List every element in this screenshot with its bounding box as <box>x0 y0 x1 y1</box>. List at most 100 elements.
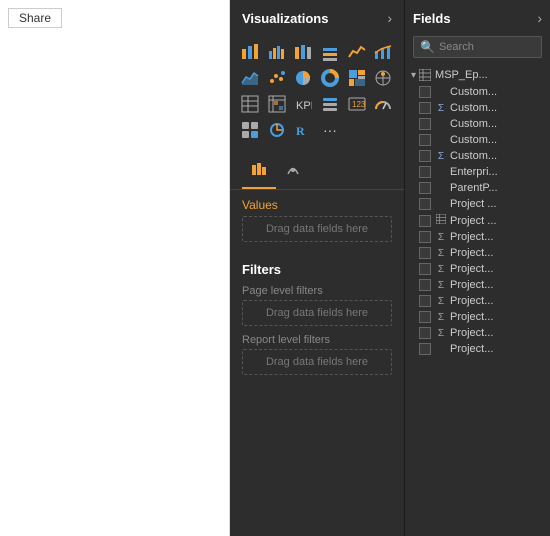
field-parent-node[interactable]: ▾ MSP_Ep... <box>405 66 550 84</box>
list-item[interactable]: Project... <box>405 341 550 357</box>
field-name-label: Project... <box>450 311 493 323</box>
viz-icon-custom1[interactable] <box>238 118 262 142</box>
sigma-icon: Σ <box>435 296 447 307</box>
sigma-icon: Σ <box>435 328 447 339</box>
field-checkbox[interactable] <box>419 279 431 291</box>
field-checkbox[interactable] <box>419 215 431 227</box>
field-name-label: Project... <box>450 263 493 275</box>
svg-text:R: R <box>296 124 305 138</box>
fields-header: Fields › <box>405 0 550 36</box>
field-checkbox[interactable] <box>419 343 431 355</box>
viz-icon-kpi[interactable]: KPI <box>291 92 315 116</box>
viz-icon-bar-chart2[interactable] <box>318 40 342 64</box>
fields-expand-icon[interactable]: › <box>537 10 542 26</box>
list-item[interactable]: Enterpri... <box>405 164 550 180</box>
field-checkbox[interactable] <box>419 295 431 307</box>
fields-list: Custom...ΣCustom...Custom...Custom...ΣCu… <box>405 84 550 357</box>
field-checkbox[interactable] <box>419 247 431 259</box>
visualizations-title: Visualizations <box>242 11 328 26</box>
field-name-label: Project... <box>450 327 493 339</box>
field-checkbox[interactable] <box>419 231 431 243</box>
viz-icon-line-chart[interactable] <box>345 40 369 64</box>
visualizations-header: Visualizations › <box>230 0 404 36</box>
field-checkbox[interactable] <box>419 263 431 275</box>
list-item[interactable]: ΣProject... <box>405 245 550 261</box>
viz-icon-combo-chart[interactable] <box>371 40 395 64</box>
field-checkbox[interactable] <box>419 166 431 178</box>
drag-values-placeholder[interactable]: Drag data fields here <box>242 216 392 242</box>
sigma-icon: Σ <box>435 232 447 243</box>
viz-tab-format[interactable] <box>276 156 310 189</box>
viz-icon-clustered-bar[interactable] <box>265 40 289 64</box>
list-item[interactable]: Project ... <box>405 212 550 229</box>
viz-icon-map[interactable] <box>371 66 395 90</box>
field-checkbox[interactable] <box>419 86 431 98</box>
viz-icon-pie-chart[interactable] <box>291 66 315 90</box>
viz-icon-100pct-bar[interactable] <box>291 40 315 64</box>
list-item[interactable]: ΣProject... <box>405 325 550 341</box>
viz-icon-r-script[interactable]: R <box>291 118 315 142</box>
list-item[interactable]: ΣCustom... <box>405 148 550 164</box>
visualizations-expand-icon[interactable]: › <box>387 10 392 26</box>
viz-icon-treemap[interactable] <box>345 66 369 90</box>
viz-icon-scatter-chart[interactable] <box>265 66 289 90</box>
sigma-icon: Σ <box>435 103 447 114</box>
field-name-label: Project... <box>450 343 493 355</box>
search-input[interactable] <box>439 41 529 53</box>
list-item[interactable]: Custom... <box>405 132 550 148</box>
field-name-label: Project ... <box>450 215 496 227</box>
list-item[interactable]: ΣProject... <box>405 229 550 245</box>
list-item[interactable]: ΣProject... <box>405 293 550 309</box>
field-name-label: ParentP... <box>450 182 498 194</box>
viz-icon-slicer[interactable] <box>318 92 342 116</box>
list-item[interactable]: ΣProject... <box>405 261 550 277</box>
fields-tree: ▾ MSP_Ep... Custom...ΣCustom...Custom...… <box>405 64 550 536</box>
field-checkbox[interactable] <box>419 311 431 323</box>
field-checkbox[interactable] <box>419 118 431 130</box>
field-name-label: Custom... <box>450 102 497 114</box>
field-checkbox[interactable] <box>419 134 431 146</box>
viz-icon-area-chart[interactable] <box>238 66 262 90</box>
sigma-icon: Σ <box>435 248 447 259</box>
viz-icon-donut-chart[interactable] <box>318 66 342 90</box>
share-button[interactable]: Share <box>8 8 62 28</box>
filters-title: Filters <box>242 262 281 277</box>
viz-icon-card[interactable]: 123 <box>345 92 369 116</box>
list-item[interactable]: ΣProject... <box>405 277 550 293</box>
field-name-label: Project... <box>450 279 493 291</box>
viz-icon-more[interactable]: ··· <box>318 118 342 142</box>
list-item[interactable]: ParentP... <box>405 180 550 196</box>
list-item[interactable]: ΣCustom... <box>405 100 550 116</box>
list-item[interactable]: Custom... <box>405 84 550 100</box>
field-checkbox[interactable] <box>419 327 431 339</box>
viz-icon-matrix[interactable] <box>265 92 289 116</box>
viz-tab-build[interactable] <box>242 156 276 189</box>
list-item[interactable]: ΣProject... <box>405 309 550 325</box>
field-checkbox[interactable] <box>419 182 431 194</box>
sigma-icon: Σ <box>435 280 447 291</box>
field-checkbox[interactable] <box>419 198 431 210</box>
field-name-label: Project ... <box>450 198 496 210</box>
fields-search-box[interactable]: 🔍 <box>413 36 542 58</box>
drag-page-filters-placeholder[interactable]: Drag data fields here <box>242 300 392 326</box>
field-name-label: Custom... <box>450 118 497 130</box>
canvas-area: Share <box>0 0 230 536</box>
svg-text:KPI: KPI <box>296 100 312 112</box>
list-item[interactable]: Custom... <box>405 116 550 132</box>
sigma-icon: Σ <box>435 312 447 323</box>
fields-title: Fields <box>413 11 451 26</box>
visualizations-panel: Visualizations › <box>230 0 405 536</box>
viz-icon-table[interactable] <box>238 92 262 116</box>
drag-report-filters-placeholder[interactable]: Drag data fields here <box>242 349 392 375</box>
viz-icon-gauge[interactable] <box>371 92 395 116</box>
field-name-label: Custom... <box>450 150 497 162</box>
viz-icon-stacked-bar[interactable] <box>238 40 262 64</box>
values-label: Values <box>242 198 392 212</box>
list-item[interactable]: Project ... <box>405 196 550 212</box>
viz-icon-custom-visual[interactable] <box>265 118 289 142</box>
field-checkbox[interactable] <box>419 102 431 114</box>
field-checkbox[interactable] <box>419 150 431 162</box>
page-filters-label: Page level filters <box>242 285 392 297</box>
field-name-label: Custom... <box>450 134 497 146</box>
sigma-icon: Σ <box>435 264 447 275</box>
